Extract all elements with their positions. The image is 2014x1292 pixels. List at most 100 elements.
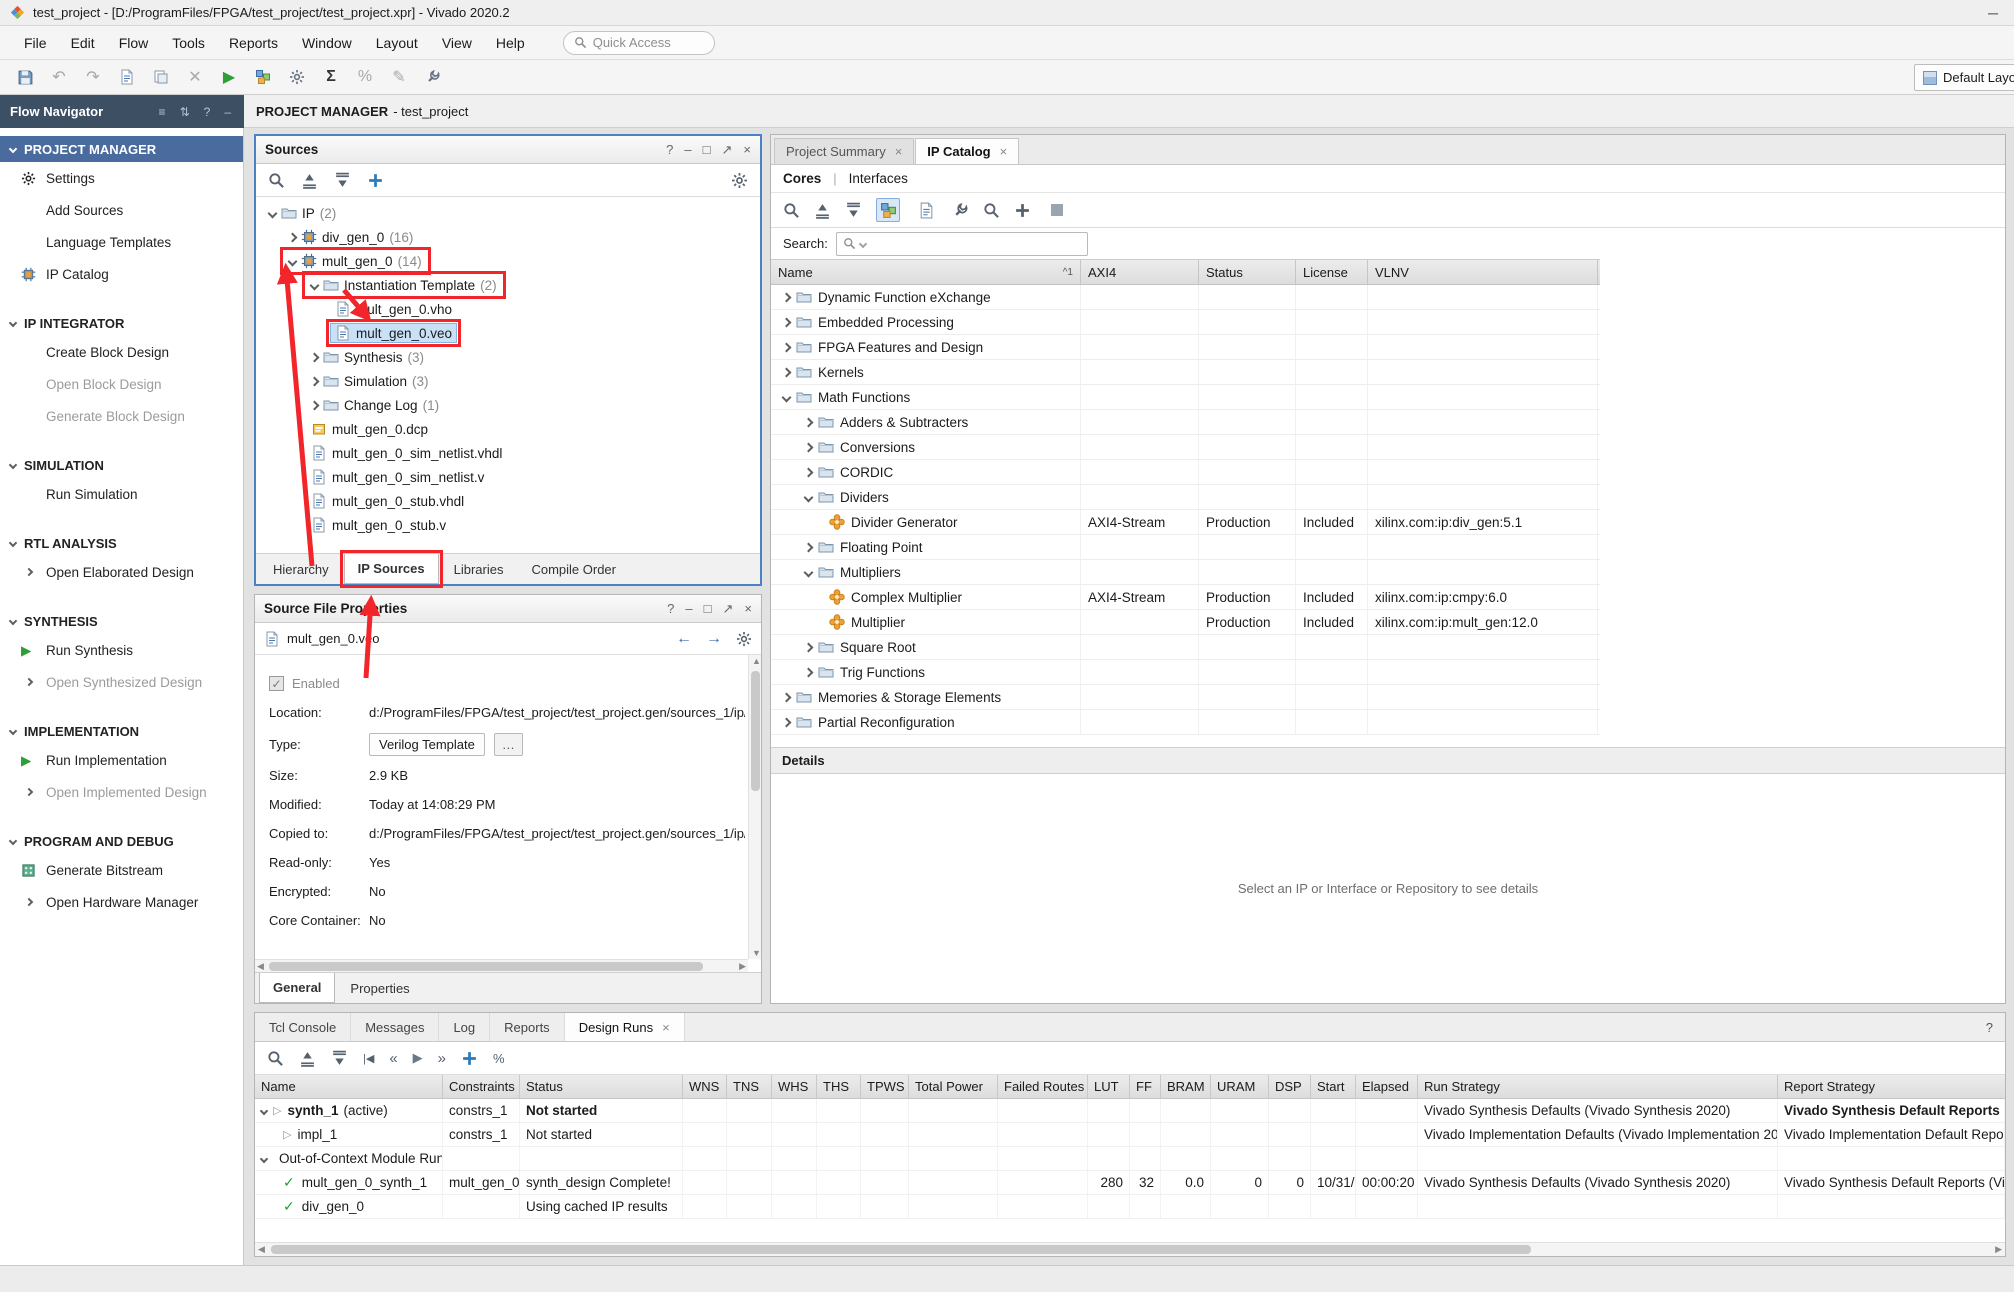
- nav-item-open-elaborated-design[interactable]: Open Elaborated Design: [0, 556, 243, 588]
- catalog-row[interactable]: Conversions: [771, 435, 1600, 460]
- forward-icon[interactable]: →: [706, 630, 722, 648]
- sum-icon[interactable]: Σ: [316, 64, 346, 91]
- column-bram[interactable]: BRAM: [1161, 1075, 1211, 1098]
- catalog-row[interactable]: Memories & Storage Elements: [771, 685, 1600, 710]
- expander-icon[interactable]: [804, 417, 814, 427]
- tree-row-change-log[interactable]: Change Log(1): [256, 393, 760, 417]
- properties-panel-title-bar[interactable]: Source File Properties ? – □ ↗ ×: [255, 595, 761, 623]
- hierarchy-view-icon[interactable]: [914, 198, 938, 222]
- tree-row-stub-v[interactable]: mult_gen_0_stub.v: [256, 513, 760, 537]
- scrollbar-thumb[interactable]: [269, 962, 703, 971]
- catalog-row[interactable]: Multipliers: [771, 560, 1600, 585]
- stop-icon[interactable]: [1045, 198, 1069, 222]
- expand-all-icon[interactable]: [845, 202, 862, 219]
- column-report-strategy[interactable]: Report Strategy: [1778, 1075, 2005, 1098]
- edit-icon[interactable]: ✎: [384, 64, 414, 91]
- nav-item-open-implemented-design[interactable]: Open Implemented Design: [0, 776, 243, 808]
- run-row-div-gen-0[interactable]: ✓div_gen_0 Using cached IP results: [255, 1195, 2005, 1219]
- add-repository-icon[interactable]: [1014, 202, 1031, 219]
- close-icon[interactable]: ×: [744, 601, 752, 617]
- blocks-icon[interactable]: [248, 64, 278, 91]
- horizontal-scrollbar[interactable]: ◀▶: [255, 1242, 2005, 1256]
- expander-icon[interactable]: [310, 400, 320, 410]
- column-lut[interactable]: LUT: [1088, 1075, 1130, 1098]
- column-dsp[interactable]: DSP: [1269, 1075, 1311, 1098]
- expander-icon[interactable]: [804, 667, 814, 677]
- catalog-row[interactable]: Dynamic Function eXchange: [771, 285, 1600, 310]
- column-ths[interactable]: THS: [817, 1075, 861, 1098]
- catalog-row[interactable]: Partial Reconfiguration: [771, 710, 1600, 735]
- column-wns[interactable]: WNS: [683, 1075, 727, 1098]
- float-icon[interactable]: ↗: [723, 601, 734, 617]
- expander-icon[interactable]: [782, 692, 792, 702]
- layout-selector-button[interactable]: Default Layou: [1914, 64, 2014, 91]
- tab-log[interactable]: Log: [439, 1013, 490, 1041]
- panel-help-icon[interactable]: ?: [1974, 1013, 2005, 1041]
- expander-icon[interactable]: [782, 342, 792, 352]
- tree-row-ip[interactable]: IP(2): [256, 201, 760, 225]
- tab-reports[interactable]: Reports: [490, 1013, 565, 1041]
- column-tpws[interactable]: TPWS: [861, 1075, 909, 1098]
- flow-nav-help-icon[interactable]: ?: [201, 105, 214, 119]
- flow-nav-minimize-icon[interactable]: –: [221, 105, 234, 119]
- menu-tools[interactable]: Tools: [160, 30, 217, 56]
- tab-tcl-console[interactable]: Tcl Console: [255, 1013, 351, 1041]
- run-icon[interactable]: ▶: [214, 64, 244, 91]
- menu-edit[interactable]: Edit: [59, 30, 107, 56]
- collapse-all-icon[interactable]: [301, 172, 318, 189]
- catalog-row[interactable]: Embedded Processing: [771, 310, 1600, 335]
- tab-messages[interactable]: Messages: [351, 1013, 439, 1041]
- catalog-row[interactable]: Dividers: [771, 485, 1600, 510]
- copy-icon[interactable]: [146, 64, 176, 91]
- flow-nav-expand-icon[interactable]: ⇅: [177, 105, 193, 119]
- menu-layout[interactable]: Layout: [364, 30, 430, 56]
- menu-flow[interactable]: Flow: [107, 30, 161, 56]
- tree-row-sim-netlist-vhdl[interactable]: mult_gen_0_sim_netlist.vhdl: [256, 441, 760, 465]
- settings-icon[interactable]: [282, 64, 312, 91]
- menu-file[interactable]: File: [12, 30, 59, 56]
- tree-row-mult-gen-0[interactable]: mult_gen_0(14): [256, 249, 760, 273]
- column-status[interactable]: Status: [520, 1075, 683, 1098]
- expander-icon[interactable]: [782, 717, 792, 727]
- report-icon[interactable]: [112, 64, 142, 91]
- tab-ip-sources[interactable]: IP Sources: [344, 554, 439, 584]
- flow-nav-menu-icon[interactable]: ≡: [156, 105, 169, 119]
- menu-window[interactable]: Window: [290, 30, 364, 56]
- nav-item-run-implementation[interactable]: ▶Run Implementation: [0, 744, 243, 776]
- section-project-manager[interactable]: PROJECT MANAGER: [0, 136, 243, 162]
- column-whs[interactable]: WHS: [772, 1075, 817, 1098]
- minimize-window-icon[interactable]: ─: [1988, 5, 2004, 21]
- catalog-row[interactable]: FPGA Features and Design: [771, 335, 1600, 360]
- maximize-icon[interactable]: □: [704, 601, 712, 617]
- section-rtl-analysis[interactable]: RTL ANALYSIS: [0, 530, 243, 556]
- nav-item-create-block-design[interactable]: Create Block Design: [0, 336, 243, 368]
- catalog-row-divider-generator[interactable]: Divider GeneratorAXI4-StreamProductionIn…: [771, 510, 1600, 535]
- expander-icon[interactable]: [782, 292, 792, 302]
- percent-icon[interactable]: %: [493, 1051, 505, 1066]
- fast-forward-icon[interactable]: »: [438, 1050, 446, 1067]
- save-icon[interactable]: [10, 64, 40, 91]
- undo-icon[interactable]: ↶: [44, 64, 74, 91]
- catalog-row[interactable]: Floating Point: [771, 535, 1600, 560]
- link-icon[interactable]: [983, 202, 1000, 219]
- tab-properties[interactable]: Properties: [337, 973, 422, 1003]
- run-row-synth-1[interactable]: ▷synth_1(active) constrs_1 Not started V…: [255, 1099, 2005, 1123]
- catalog-row[interactable]: Adders & Subtracters: [771, 410, 1600, 435]
- wrench-icon[interactable]: [418, 64, 448, 91]
- column-total-power[interactable]: Total Power: [909, 1075, 998, 1098]
- enabled-checkbox[interactable]: ✓: [269, 676, 284, 691]
- expand-all-icon[interactable]: [331, 1050, 348, 1067]
- search-icon[interactable]: [267, 1050, 284, 1067]
- maximize-icon[interactable]: □: [703, 142, 711, 158]
- collapse-all-icon[interactable]: [814, 202, 831, 219]
- tree-row-instantiation-template[interactable]: Instantiation Template(2): [256, 273, 760, 297]
- float-icon[interactable]: ↗: [722, 142, 733, 158]
- expander-icon[interactable]: [260, 1154, 268, 1162]
- tab-project-summary[interactable]: Project Summary×: [774, 138, 914, 164]
- back-icon[interactable]: ←: [676, 630, 692, 648]
- nav-item-generate-block-design[interactable]: Generate Block Design: [0, 400, 243, 432]
- minimize-icon[interactable]: –: [685, 601, 692, 617]
- expander-icon[interactable]: [310, 376, 320, 386]
- tree-row-sim-netlist-v[interactable]: mult_gen_0_sim_netlist.v: [256, 465, 760, 489]
- tree-row-simulation[interactable]: Simulation(3): [256, 369, 760, 393]
